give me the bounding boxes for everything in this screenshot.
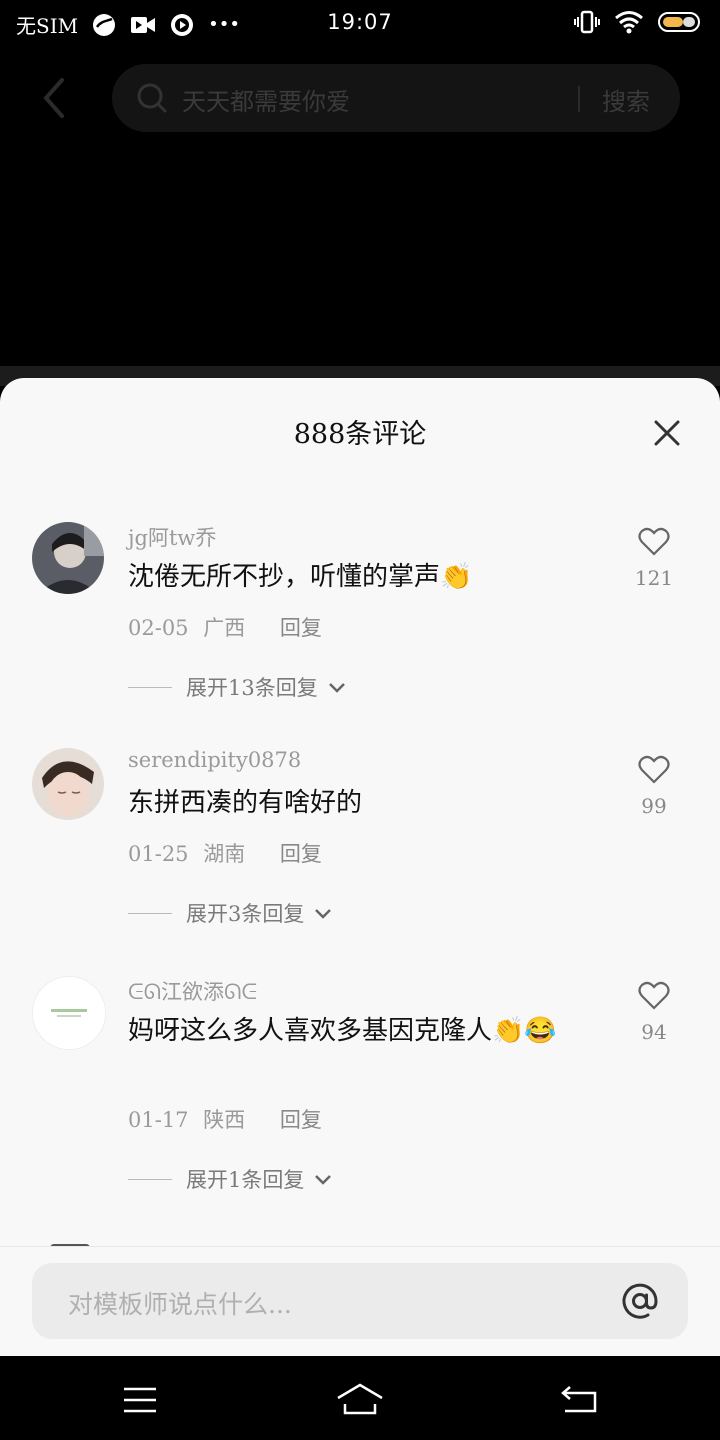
comment-username[interactable]: jg阿tw乔 (128, 522, 216, 552)
like-button[interactable]: 94 (626, 980, 682, 1044)
search-bar[interactable]: 天天都需要你爱 搜索 (112, 64, 680, 132)
status-bar: 无SIM ••• 19:07 (0, 0, 720, 46)
comment-date: 01-25 (128, 842, 189, 866)
like-count: 94 (641, 1020, 667, 1044)
system-nav-bar (0, 1356, 720, 1440)
comment-input-placeholder: 对模板师说点什么... (68, 1290, 292, 1319)
menu-button[interactable] (122, 1386, 158, 1418)
divider-line (128, 912, 172, 914)
at-icon (622, 1283, 658, 1319)
like-count: 99 (641, 794, 667, 818)
comment-text: 妈呀这么多人喜欢多基因克隆人👏😂 (128, 1016, 557, 1046)
wifi-icon (614, 10, 644, 34)
comment-count-title: 888条评论 (293, 419, 427, 450)
reply-button[interactable]: 回复 (280, 616, 322, 640)
avatar[interactable] (32, 748, 104, 820)
divider-line (128, 1178, 172, 1180)
search-divider (578, 86, 580, 112)
search-icon (136, 82, 168, 118)
comment-region: 广西 (203, 616, 246, 640)
expand-replies-button[interactable]: 展开3条回复 (128, 898, 332, 928)
expand-replies-button[interactable]: 展开13条回复 (128, 672, 346, 702)
expand-replies-label: 展开1条回复 (186, 1168, 305, 1192)
chevron-down-icon (314, 901, 332, 925)
vibrate-icon (574, 10, 600, 34)
mention-button[interactable] (620, 1281, 660, 1325)
close-icon (654, 420, 680, 446)
expand-replies-label: 展开13条回复 (186, 676, 318, 700)
comment-region: 陕西 (203, 1108, 246, 1132)
heart-icon (638, 755, 670, 784)
home-icon (337, 1383, 383, 1415)
return-icon (561, 1386, 597, 1413)
reply-button[interactable]: 回复 (280, 842, 322, 866)
comment-text: 东拼西凑的有啥好的 (128, 788, 363, 818)
comment-meta: 01-17 陕西 回复 (128, 1104, 322, 1134)
avatar[interactable] (32, 976, 106, 1050)
home-button[interactable] (336, 1382, 384, 1420)
avatar[interactable] (32, 522, 104, 594)
battery-icon (658, 11, 704, 33)
comment-input[interactable]: 对模板师说点什么... (32, 1263, 688, 1339)
comment-meta: 01-25 湖南 回复 (128, 838, 322, 868)
like-count: 121 (634, 566, 674, 590)
like-button[interactable]: 121 (626, 526, 682, 590)
comment-region: 湖南 (203, 842, 246, 866)
heart-icon (638, 527, 670, 556)
like-button[interactable]: 99 (626, 754, 682, 818)
comment-sheet: 888条评论 jg阿tw乔 沈倦无所不抄，听懂的掌声👏 02-05 广西 回复 … (0, 378, 720, 1357)
comment-date: 02-05 (128, 616, 189, 640)
expand-replies-label: 展开3条回复 (186, 902, 305, 926)
reply-button[interactable]: 回复 (280, 1108, 322, 1132)
expand-replies-button[interactable]: 展开1条回复 (128, 1164, 332, 1194)
divider-line (128, 686, 172, 688)
comment-date: 01-17 (128, 1108, 189, 1132)
comment-username[interactable]: serendipity0878 (128, 748, 301, 772)
comment-input-area: 对模板师说点什么... (0, 1246, 720, 1357)
back-button[interactable] (38, 76, 72, 120)
heart-icon (638, 981, 670, 1010)
comment-text: 沈倦无所不抄，听懂的掌声👏 (128, 562, 473, 592)
close-button[interactable] (652, 418, 682, 448)
comment-username[interactable]: ᕮᘏ江欲添ᘏᕮ (128, 976, 257, 1006)
chevron-down-icon (328, 675, 346, 699)
menu-icon (124, 1387, 156, 1413)
chevron-left-icon (43, 78, 64, 118)
chevron-down-icon (314, 1167, 332, 1191)
search-button[interactable]: 搜索 (602, 82, 650, 117)
comment-meta: 02-05 广西 回复 (128, 612, 322, 642)
back-nav-button[interactable] (560, 1384, 598, 1418)
search-input[interactable]: 天天都需要你爱 (182, 82, 350, 117)
